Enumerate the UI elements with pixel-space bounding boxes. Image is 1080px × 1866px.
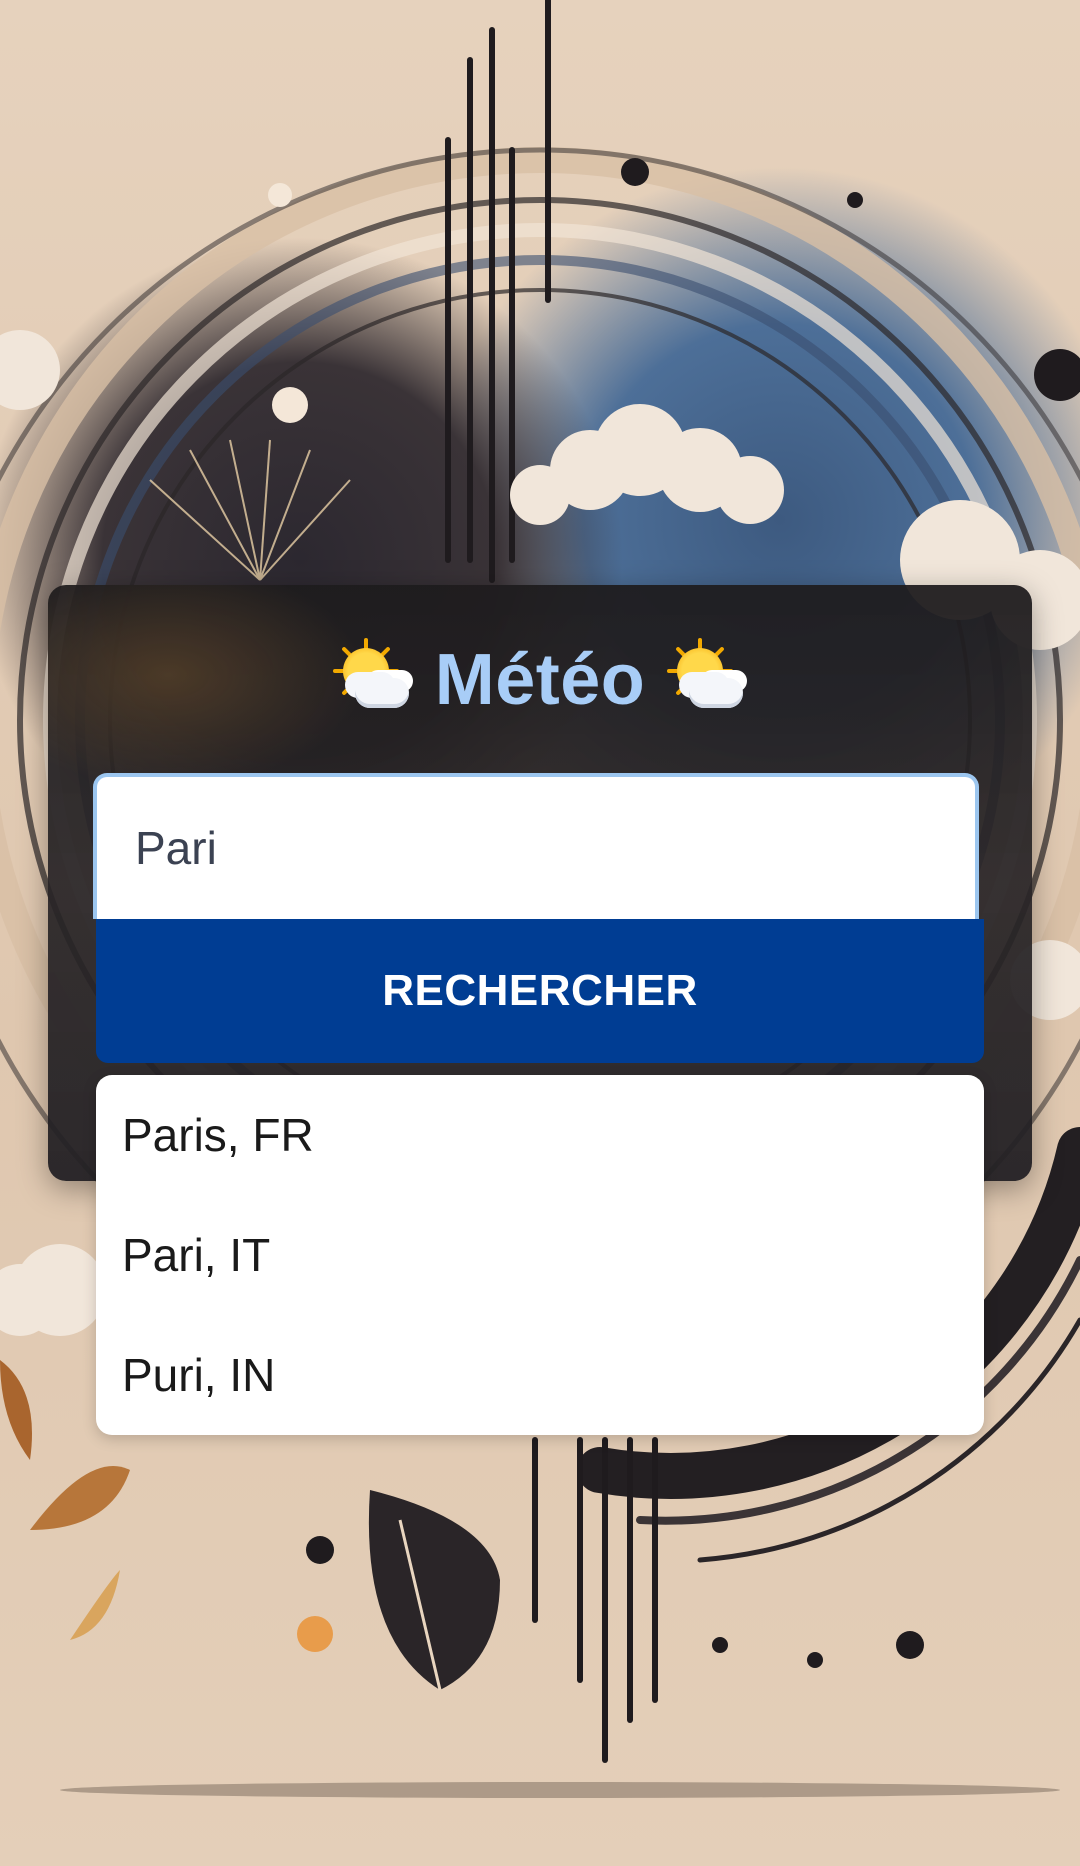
- suggestion-item[interactable]: Pari, IT: [96, 1195, 984, 1315]
- app-title: Météo: [434, 640, 646, 720]
- search-button[interactable]: RECHERCHER: [96, 919, 984, 1063]
- city-search-input[interactable]: [93, 773, 979, 919]
- sun-behind-cloud-icon: [332, 638, 413, 720]
- sun-behind-cloud-icon: [667, 638, 747, 720]
- suggestion-item[interactable]: Paris, FR: [96, 1075, 984, 1195]
- suggestion-item[interactable]: Puri, IN: [96, 1315, 984, 1435]
- app-header: Météo: [0, 638, 1080, 720]
- city-suggestions-list: Paris, FR Pari, IT Puri, IN: [96, 1075, 984, 1435]
